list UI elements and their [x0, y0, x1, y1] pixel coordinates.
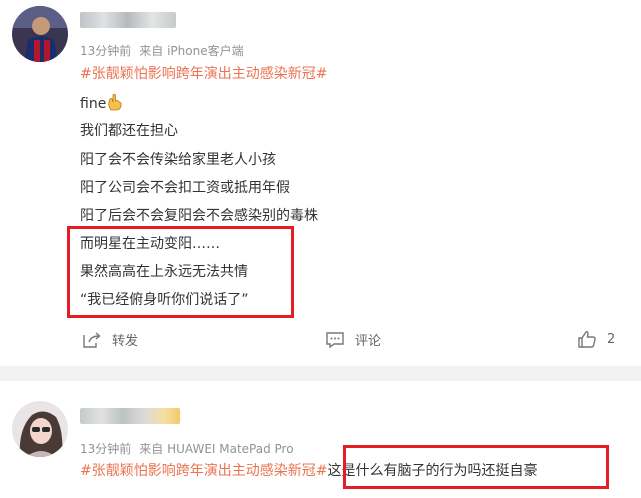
post-meta: 13分钟前 来自 HUAWEI MatePad Pro	[80, 440, 302, 457]
repost-label: 转发	[112, 334, 139, 349]
highlight-box	[343, 445, 609, 489]
post-time: 13分钟前	[80, 44, 132, 58]
text-line-3: 阳了会不会传染给家里老人小孩	[80, 152, 276, 168]
repost-icon	[83, 331, 101, 348]
topic-link[interactable]: #张靓颖怕影响跨年演出主动感染新冠#	[80, 64, 327, 84]
topic-link[interactable]: #张靓颖怕影响跨年演出主动感染新冠#	[80, 463, 327, 479]
text-line-1: fine	[80, 93, 123, 117]
post-source: 来自 HUAWEI MatePad Pro	[139, 442, 294, 456]
post-separator	[0, 366, 641, 381]
text-fine: fine	[80, 96, 107, 112]
avatar[interactable]	[12, 401, 68, 457]
blurred-username[interactable]	[80, 408, 180, 424]
post-source: 来自 iPhone客户端	[139, 44, 244, 58]
like-icon	[578, 331, 596, 348]
finger-emoji-icon	[107, 93, 123, 117]
repost-button[interactable]: 转发	[82, 330, 138, 349]
avatar[interactable]	[12, 6, 68, 62]
weibo-comment-1: 13分钟前 来自 iPhone客户端 #张靓颖怕影响跨年演出主动感染新冠# fin…	[0, 0, 641, 366]
comment-label: 评论	[355, 334, 382, 349]
highlight-box	[67, 226, 294, 318]
blurred-username[interactable]	[80, 12, 176, 28]
comment-button[interactable]: 评论	[325, 330, 381, 349]
text-line-2: 我们都还在担心	[80, 123, 178, 139]
like-count: 2	[607, 331, 616, 347]
text-line-4: 阳了公司会不会扣工资或抵用年假	[80, 180, 290, 196]
weibo-comment-2: 13分钟前 来自 HUAWEI MatePad Pro #张靓颖怕影响跨年演出主动…	[0, 381, 641, 498]
comment-icon	[326, 331, 344, 348]
like-button[interactable]: 2	[577, 330, 615, 348]
text-line-5: 阳了后会不会复阳会不会感染别的毒株	[80, 208, 318, 224]
post-meta: 13分钟前 来自 iPhone客户端	[80, 42, 252, 59]
action-bar: 转发 评论 2	[0, 330, 641, 354]
post-time: 13分钟前	[80, 442, 132, 456]
